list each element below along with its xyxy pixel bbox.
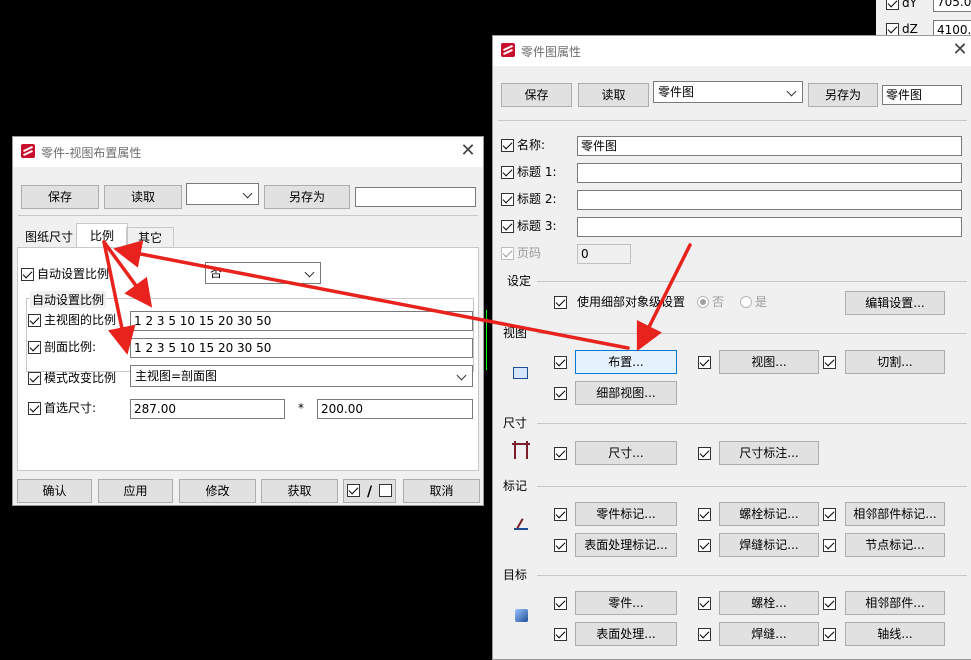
- annotation-arrows: [102, 240, 692, 355]
- arrow-to-layout-button: [636, 243, 692, 352]
- arrow-to-tab: [113, 240, 630, 350]
